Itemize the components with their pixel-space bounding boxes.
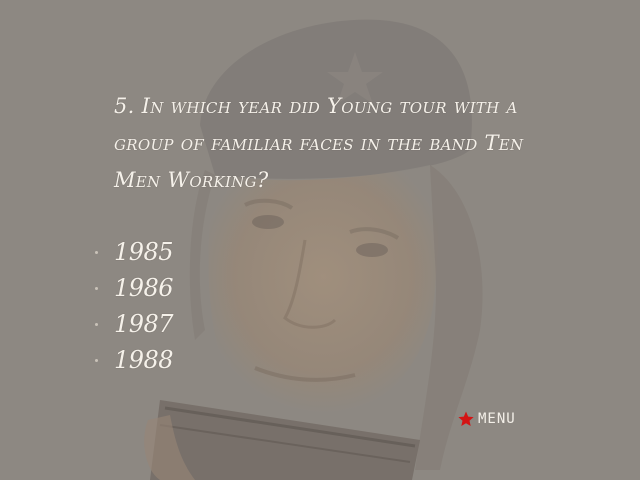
bullet-icon bbox=[95, 323, 98, 326]
quiz-screen: 5. In which year did Young tour with a g… bbox=[0, 0, 640, 480]
question-text: 5. In which year did Young tour with a g… bbox=[114, 94, 524, 192]
answer-option[interactable]: 1985 bbox=[95, 234, 174, 270]
answer-option[interactable]: 1986 bbox=[95, 270, 174, 306]
answer-option[interactable]: 1988 bbox=[95, 342, 174, 378]
portrait-background bbox=[0, 0, 640, 480]
bullet-icon bbox=[95, 359, 98, 362]
answer-list: 1985 1986 1987 1988 bbox=[95, 234, 174, 378]
answer-label: 1988 bbox=[114, 346, 174, 374]
answer-option[interactable]: 1987 bbox=[95, 306, 174, 342]
answer-label: 1985 bbox=[114, 238, 174, 266]
star-icon bbox=[458, 411, 474, 426]
bullet-icon bbox=[95, 287, 98, 290]
answer-label: 1987 bbox=[114, 310, 174, 338]
menu-button[interactable]: MENU bbox=[458, 408, 516, 430]
answer-label: 1986 bbox=[114, 274, 174, 302]
menu-label: MENU bbox=[478, 411, 516, 427]
bullet-icon bbox=[95, 251, 98, 254]
